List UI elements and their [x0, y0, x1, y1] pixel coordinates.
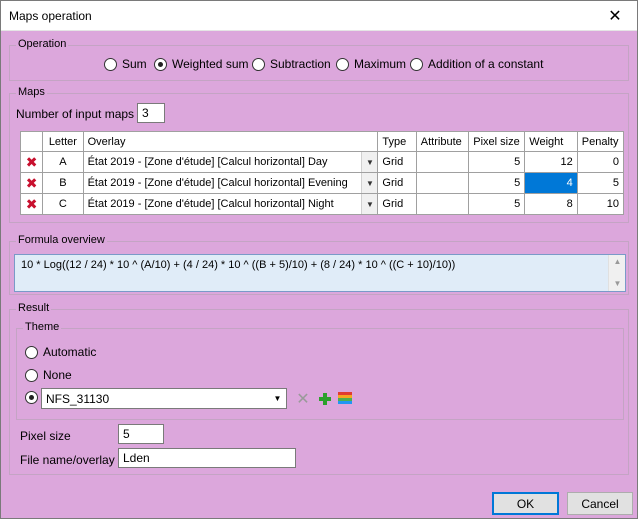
chevron-down-icon[interactable]: ▼ — [361, 194, 377, 214]
radio-theme-custom-circle[interactable] — [25, 391, 38, 404]
col-header-penalty[interactable]: Penalty — [576, 131, 625, 152]
penalty-cell[interactable]: 5 — [576, 172, 625, 194]
radio-addition-constant-label: Addition of a constant — [428, 57, 544, 71]
weight-cell[interactable]: 4 — [524, 172, 578, 194]
formula-text: 10 * Log((12 / 24) * 10 ^ (A/10) + (4 / … — [21, 259, 456, 271]
operation-group: Operation Sum Weighted sum Subtraction M… — [9, 38, 629, 81]
overlay-dropdown[interactable]: État 2019 - [Zone d'étude] [Calcul horiz… — [82, 151, 379, 173]
pixel-size-label: Pixel size — [20, 429, 71, 443]
result-group: Result Theme Automatic None NFS_31130 ▼ … — [9, 302, 629, 475]
letter-cell: B — [42, 172, 84, 194]
overlay-dropdown[interactable]: État 2019 - [Zone d'étude] [Calcul horiz… — [82, 172, 379, 194]
radio-theme-none-circle[interactable] — [25, 368, 38, 382]
radio-weighted-sum[interactable]: Weighted sum — [154, 57, 248, 71]
ok-button[interactable]: OK — [492, 492, 559, 515]
input-maps-count-label: Number of input maps — [16, 107, 135, 121]
edit-palette-icon[interactable] — [337, 390, 353, 406]
table-header-row: Letter Overlay Type Attribute Pixel size… — [19, 131, 625, 152]
attribute-cell[interactable] — [415, 151, 470, 173]
theme-group-label: Theme — [23, 321, 62, 333]
radio-maximum-circle[interactable] — [336, 57, 349, 71]
chevron-down-icon[interactable]: ▼ — [269, 389, 286, 408]
pixel-size-field[interactable]: 5 — [118, 424, 164, 444]
col-header-overlay[interactable]: Overlay — [82, 131, 379, 152]
pixel-size-cell: 5 — [468, 193, 526, 215]
weight-cell[interactable]: 12 — [524, 151, 578, 173]
input-maps-count-field[interactable]: 3 — [137, 103, 165, 123]
table-row: ✖ C État 2019 - [Zone d'étude] [Calcul h… — [19, 193, 625, 215]
attribute-cell[interactable] — [415, 172, 470, 194]
letter-cell: C — [42, 193, 84, 215]
radio-subtraction-label: Subtraction — [270, 57, 331, 71]
radio-addition-constant[interactable]: Addition of a constant — [410, 57, 543, 71]
radio-theme-automatic-label: Automatic — [43, 345, 97, 359]
weight-cell[interactable]: 8 — [524, 193, 578, 215]
maps-table: Letter Overlay Type Attribute Pixel size… — [19, 131, 625, 215]
radio-maximum-label: Maximum — [354, 57, 407, 71]
overlay-value: État 2019 - [Zone d'étude] [Calcul horiz… — [87, 198, 334, 210]
col-header-weight[interactable]: Weight — [524, 131, 578, 152]
remove-theme-icon[interactable]: ✕ — [295, 391, 311, 408]
radio-weighted-sum-circle[interactable] — [154, 57, 167, 71]
table-row: ✖ A État 2019 - [Zone d'étude] [Calcul h… — [19, 151, 625, 173]
overlay-value: État 2019 - [Zone d'étude] [Calcul horiz… — [87, 156, 328, 168]
formula-textarea[interactable]: 10 * Log((12 / 24) * 10 ^ (A/10) + (4 / … — [14, 254, 626, 292]
type-cell: Grid — [377, 172, 417, 194]
penalty-cell[interactable]: 10 — [576, 193, 625, 215]
type-cell: Grid — [377, 151, 417, 173]
delete-row-icon[interactable]: ✖ — [19, 193, 44, 215]
table-row: ✖ B État 2019 - [Zone d'étude] [Calcul h… — [19, 172, 625, 194]
radio-theme-none-label: None — [43, 368, 72, 382]
col-header-letter[interactable]: Letter — [42, 131, 84, 152]
formula-group-label: Formula overview — [16, 234, 107, 246]
file-name-field[interactable]: Lden — [118, 448, 296, 468]
add-theme-icon[interactable] — [317, 391, 333, 407]
radio-maximum[interactable]: Maximum — [336, 57, 406, 71]
window-title: Maps operation — [9, 9, 92, 23]
maps-operation-dialog: Maps operation ✕ Operation Sum Weighted … — [0, 0, 638, 519]
radio-sum-label: Sum — [122, 57, 147, 71]
scroll-down-icon[interactable]: ▼ — [609, 277, 626, 291]
formula-scrollbar[interactable]: ▲ ▼ — [608, 255, 625, 291]
overlay-value: État 2019 - [Zone d'étude] [Calcul horiz… — [87, 177, 348, 189]
result-group-label: Result — [16, 302, 52, 314]
radio-theme-automatic-circle[interactable] — [25, 345, 38, 359]
overlay-dropdown[interactable]: État 2019 - [Zone d'étude] [Calcul horiz… — [82, 193, 379, 215]
pixel-size-cell: 5 — [468, 172, 526, 194]
radio-weighted-sum-label: Weighted sum — [172, 57, 249, 71]
letter-cell: A — [42, 151, 84, 173]
cancel-button[interactable]: Cancel — [567, 492, 633, 515]
col-header-attribute[interactable]: Attribute — [415, 131, 470, 152]
col-header-pixel-size[interactable]: Pixel size — [468, 131, 526, 152]
scroll-up-icon[interactable]: ▲ — [609, 255, 626, 269]
delete-row-icon[interactable]: ✖ — [19, 172, 44, 194]
chevron-down-icon[interactable]: ▼ — [361, 173, 377, 193]
formula-group: Formula overview 10 * Log((12 / 24) * 10… — [9, 234, 629, 295]
theme-group: Theme Automatic None NFS_31130 ▼ ✕ — [16, 321, 624, 420]
chevron-down-icon[interactable]: ▼ — [361, 152, 377, 172]
radio-subtraction[interactable]: Subtraction — [252, 57, 331, 71]
operation-group-label: Operation — [16, 38, 69, 50]
type-cell: Grid — [377, 193, 417, 215]
attribute-cell[interactable] — [415, 193, 470, 215]
maps-group: Maps Number of input maps 3 Letter Overl… — [9, 86, 629, 223]
pixel-size-cell: 5 — [468, 151, 526, 173]
radio-addition-constant-circle[interactable] — [410, 57, 423, 71]
theme-select-value: NFS_31130 — [46, 392, 110, 406]
penalty-cell[interactable]: 0 — [576, 151, 625, 173]
delete-row-icon[interactable]: ✖ — [19, 151, 44, 173]
title-bar: Maps operation ✕ — [1, 1, 637, 31]
file-name-label: File name/overlay — [20, 453, 115, 467]
radio-theme-automatic[interactable]: Automatic — [25, 345, 96, 359]
radio-sum[interactable]: Sum — [104, 57, 147, 71]
radio-theme-none[interactable]: None — [25, 368, 72, 382]
radio-theme-custom[interactable] — [25, 391, 38, 404]
radio-sum-circle[interactable] — [104, 57, 117, 71]
theme-select[interactable]: NFS_31130 ▼ — [41, 388, 287, 409]
col-header-delete — [19, 131, 44, 152]
col-header-type[interactable]: Type — [377, 131, 417, 152]
maps-group-label: Maps — [16, 86, 47, 98]
radio-subtraction-circle[interactable] — [252, 57, 265, 71]
close-icon[interactable]: ✕ — [593, 1, 637, 31]
